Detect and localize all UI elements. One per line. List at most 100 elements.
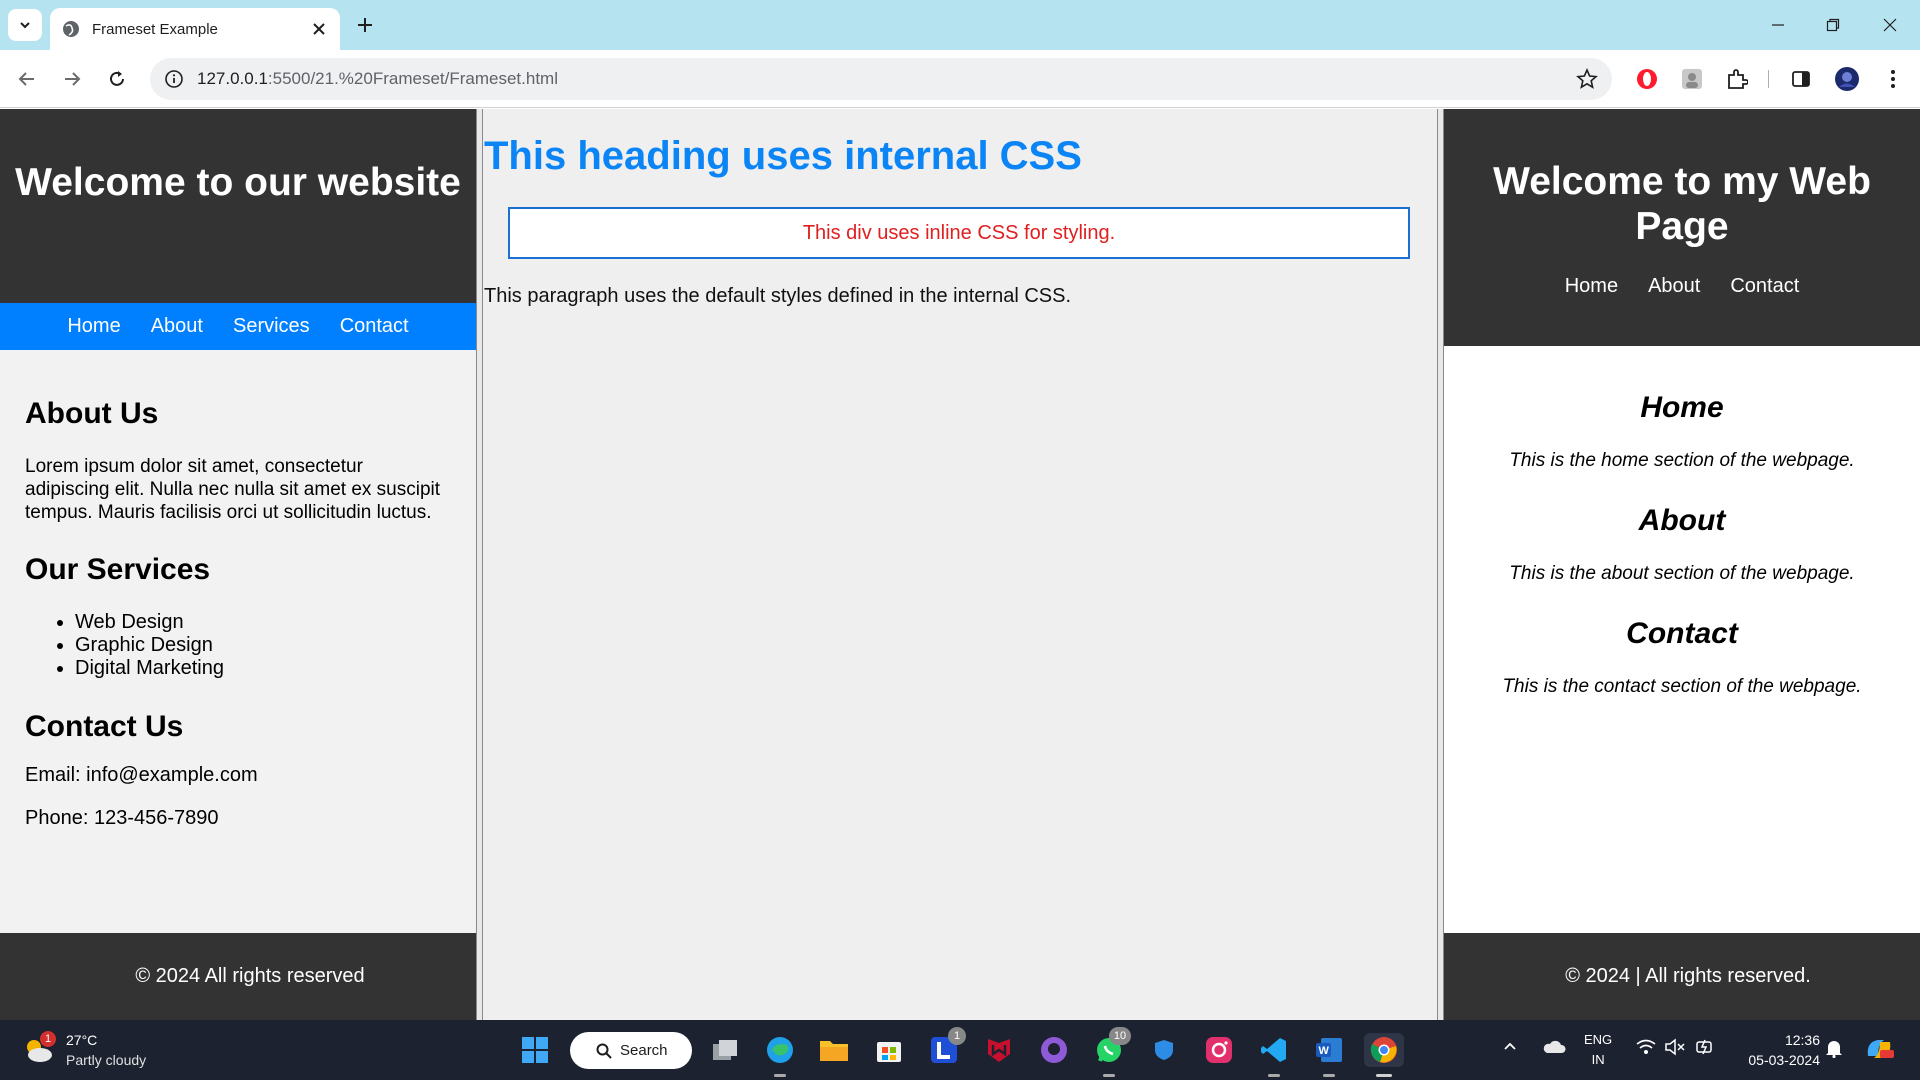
taskbar-search[interactable]: Search — [570, 1032, 692, 1069]
show-hidden-icons-button[interactable] — [1502, 1038, 1518, 1054]
windows-taskbar: 1 27°C Partly cloudy Search 1 10 W ENG I… — [0, 1020, 1920, 1080]
github-icon — [1041, 1037, 1067, 1063]
site-info-icon[interactable] — [164, 69, 184, 89]
edge-app[interactable] — [764, 1033, 796, 1077]
restore-button[interactable] — [1820, 12, 1846, 38]
left-nav-home-link[interactable]: Home — [67, 315, 120, 338]
copilot-button[interactable] — [1864, 1034, 1894, 1064]
restore-icon — [1826, 18, 1840, 32]
weather-icon-wrap: 1 — [22, 1031, 56, 1065]
bookmark-star-icon[interactable] — [1576, 68, 1598, 90]
language-indicator[interactable]: ENG IN — [1584, 1030, 1612, 1070]
close-window-button[interactable] — [1877, 12, 1903, 38]
volume-button[interactable] — [1664, 1038, 1686, 1056]
file-explorer-app[interactable] — [818, 1033, 850, 1067]
section-text-contact: This is the contact section of the webpa… — [1502, 676, 1862, 697]
side-panel-icon — [1792, 71, 1810, 87]
section-heading-about: About — [1638, 504, 1726, 537]
frame-divider-right[interactable] — [1437, 109, 1444, 1020]
system-clock[interactable]: 12:36 05-03-2024 — [1748, 1030, 1820, 1070]
address-bar[interactable]: 127.0.0.1:5500/21.%20Frameset/Frameset.h… — [150, 58, 1612, 100]
right-nav-about-link[interactable]: About — [1648, 275, 1700, 298]
left-frame-content: About Us Lorem ipsum dolor sit amet, con… — [25, 397, 445, 830]
github-app[interactable] — [1038, 1033, 1070, 1067]
mcafee-app[interactable] — [983, 1033, 1015, 1067]
instagram-app[interactable] — [1203, 1033, 1235, 1067]
about-heading: About Us — [25, 397, 159, 430]
back-button[interactable] — [12, 64, 42, 94]
running-indicator — [774, 1074, 786, 1077]
minimize-icon — [1772, 24, 1784, 26]
task-view-button[interactable] — [709, 1033, 741, 1067]
bell-icon — [1826, 1041, 1842, 1058]
contact-email: Email: info@example.com — [25, 764, 258, 786]
left-nav-about-link[interactable]: About — [151, 315, 203, 338]
section-heading-home: Home — [1640, 391, 1724, 424]
opera-extension-button[interactable] — [1634, 66, 1660, 92]
center-paragraph: This paragraph uses the default styles d… — [484, 285, 1072, 307]
notifications-button[interactable] — [1825, 1038, 1843, 1058]
close-tab-icon[interactable] — [310, 20, 328, 38]
windows-logo-icon — [522, 1037, 548, 1063]
contact-heading: Contact Us — [25, 710, 184, 743]
launcher-app[interactable]: 1 — [928, 1027, 966, 1067]
contact-phone: Phone: 123-456-7890 — [25, 807, 219, 829]
inline-box-text: This div uses inline CSS for styling. — [802, 221, 1116, 244]
defender-app[interactable] — [1148, 1033, 1180, 1067]
profile-avatar-button[interactable] — [1834, 66, 1860, 92]
svg-text:W: W — [1319, 1045, 1330, 1057]
shield-m-icon — [988, 1039, 1010, 1062]
extensions-button[interactable] — [1724, 66, 1750, 92]
left-nav-contact-link[interactable]: Contact — [340, 315, 409, 338]
task-view-icon — [713, 1040, 737, 1060]
service-item: Graphic Design — [75, 634, 445, 657]
start-button[interactable] — [519, 1033, 551, 1067]
toolbar-divider — [1768, 70, 1769, 88]
weather-temp: 27°C — [66, 1032, 98, 1048]
weather-text: 27°C Partly cloudy — [66, 1030, 146, 1070]
more-vertical-icon — [1891, 70, 1895, 88]
folder-icon — [820, 1041, 848, 1061]
services-list: Web Design Graphic Design Digital Market… — [50, 611, 445, 680]
weather-widget[interactable]: 1 27°C Partly cloudy — [22, 1030, 146, 1070]
puzzle-icon — [1728, 69, 1748, 89]
vscode-app[interactable] — [1258, 1033, 1290, 1077]
tab-search-button[interactable] — [8, 9, 42, 41]
left-nav-services-link[interactable]: Services — [233, 315, 310, 338]
right-nav-contact-link[interactable]: Contact — [1730, 275, 1799, 298]
weather-badge: 1 — [40, 1031, 56, 1047]
left-frame-header: Welcome to our website — [0, 109, 476, 303]
forward-button[interactable] — [57, 64, 87, 94]
battery-button[interactable] — [1694, 1038, 1716, 1056]
right-frame: Welcome to my Web Page Home About Contac… — [1444, 109, 1920, 1020]
shield-icon — [1155, 1040, 1173, 1060]
new-tab-button[interactable] — [352, 12, 378, 38]
browser-menu-button[interactable] — [1880, 66, 1906, 92]
avatar-icon — [1835, 67, 1859, 91]
profile-extension-button[interactable] — [1679, 66, 1705, 92]
store-app[interactable] — [873, 1033, 905, 1067]
side-panel-button[interactable] — [1788, 66, 1814, 92]
left-footer-text: © 2024 All rights reserved — [135, 965, 365, 987]
onedrive-button[interactable] — [1542, 1038, 1566, 1054]
wifi-button[interactable] — [1636, 1038, 1656, 1056]
minimize-button[interactable] — [1765, 12, 1791, 38]
frame-divider-left[interactable] — [476, 109, 483, 1020]
app-badge: 1 — [948, 1027, 966, 1045]
clock-time: 12:36 — [1784, 1032, 1820, 1048]
chrome-app[interactable] — [1364, 1033, 1404, 1077]
language-bottom: IN — [1591, 1052, 1605, 1067]
browser-tab[interactable]: Frameset Example — [50, 8, 340, 50]
word-icon: W — [1316, 1038, 1342, 1062]
user-card-icon — [1682, 69, 1702, 89]
reload-icon — [110, 71, 124, 86]
right-nav-home-link[interactable]: Home — [1565, 275, 1618, 298]
whatsapp-app[interactable]: 10 — [1093, 1027, 1131, 1077]
center-frame: This heading uses internal CSS This div … — [483, 109, 1437, 1020]
word-app[interactable]: W — [1313, 1033, 1345, 1077]
reload-button[interactable] — [102, 64, 132, 94]
service-item: Digital Marketing — [75, 657, 445, 680]
center-heading: This heading uses internal CSS — [484, 134, 1082, 178]
plus-icon — [358, 18, 372, 32]
right-frame-header: Welcome to my Web Page Home About Contac… — [1444, 109, 1920, 346]
